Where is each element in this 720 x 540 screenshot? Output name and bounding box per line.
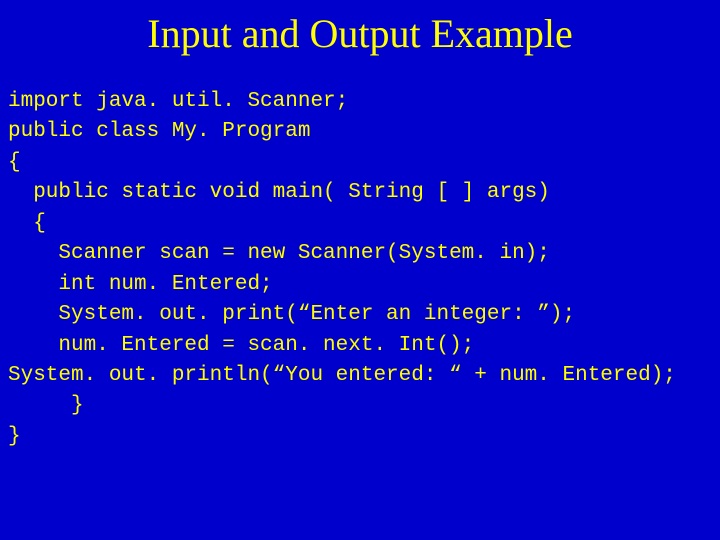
code-line: System. out. print(“Enter an integer: ”)… xyxy=(8,303,575,326)
code-line: public class My. Program xyxy=(8,120,310,143)
code-line: import java. util. Scanner; xyxy=(8,90,348,113)
slide-title: Input and Output Example xyxy=(0,10,720,57)
code-line: { xyxy=(8,151,21,174)
code-line: { xyxy=(8,212,46,235)
code-block: import java. util. Scanner; public class… xyxy=(0,87,720,452)
code-line: Scanner scan = new Scanner(System. in); xyxy=(8,242,550,265)
slide-container: Input and Output Example import java. ut… xyxy=(0,0,720,540)
code-line: public static void main( String [ ] args… xyxy=(8,181,550,204)
code-line: System. out. println(“You entered: “ + n… xyxy=(8,364,676,387)
code-line: num. Entered = scan. next. Int(); xyxy=(8,334,474,357)
code-line: } xyxy=(8,394,84,417)
code-line: int num. Entered; xyxy=(8,273,273,296)
code-line: } xyxy=(8,425,21,448)
